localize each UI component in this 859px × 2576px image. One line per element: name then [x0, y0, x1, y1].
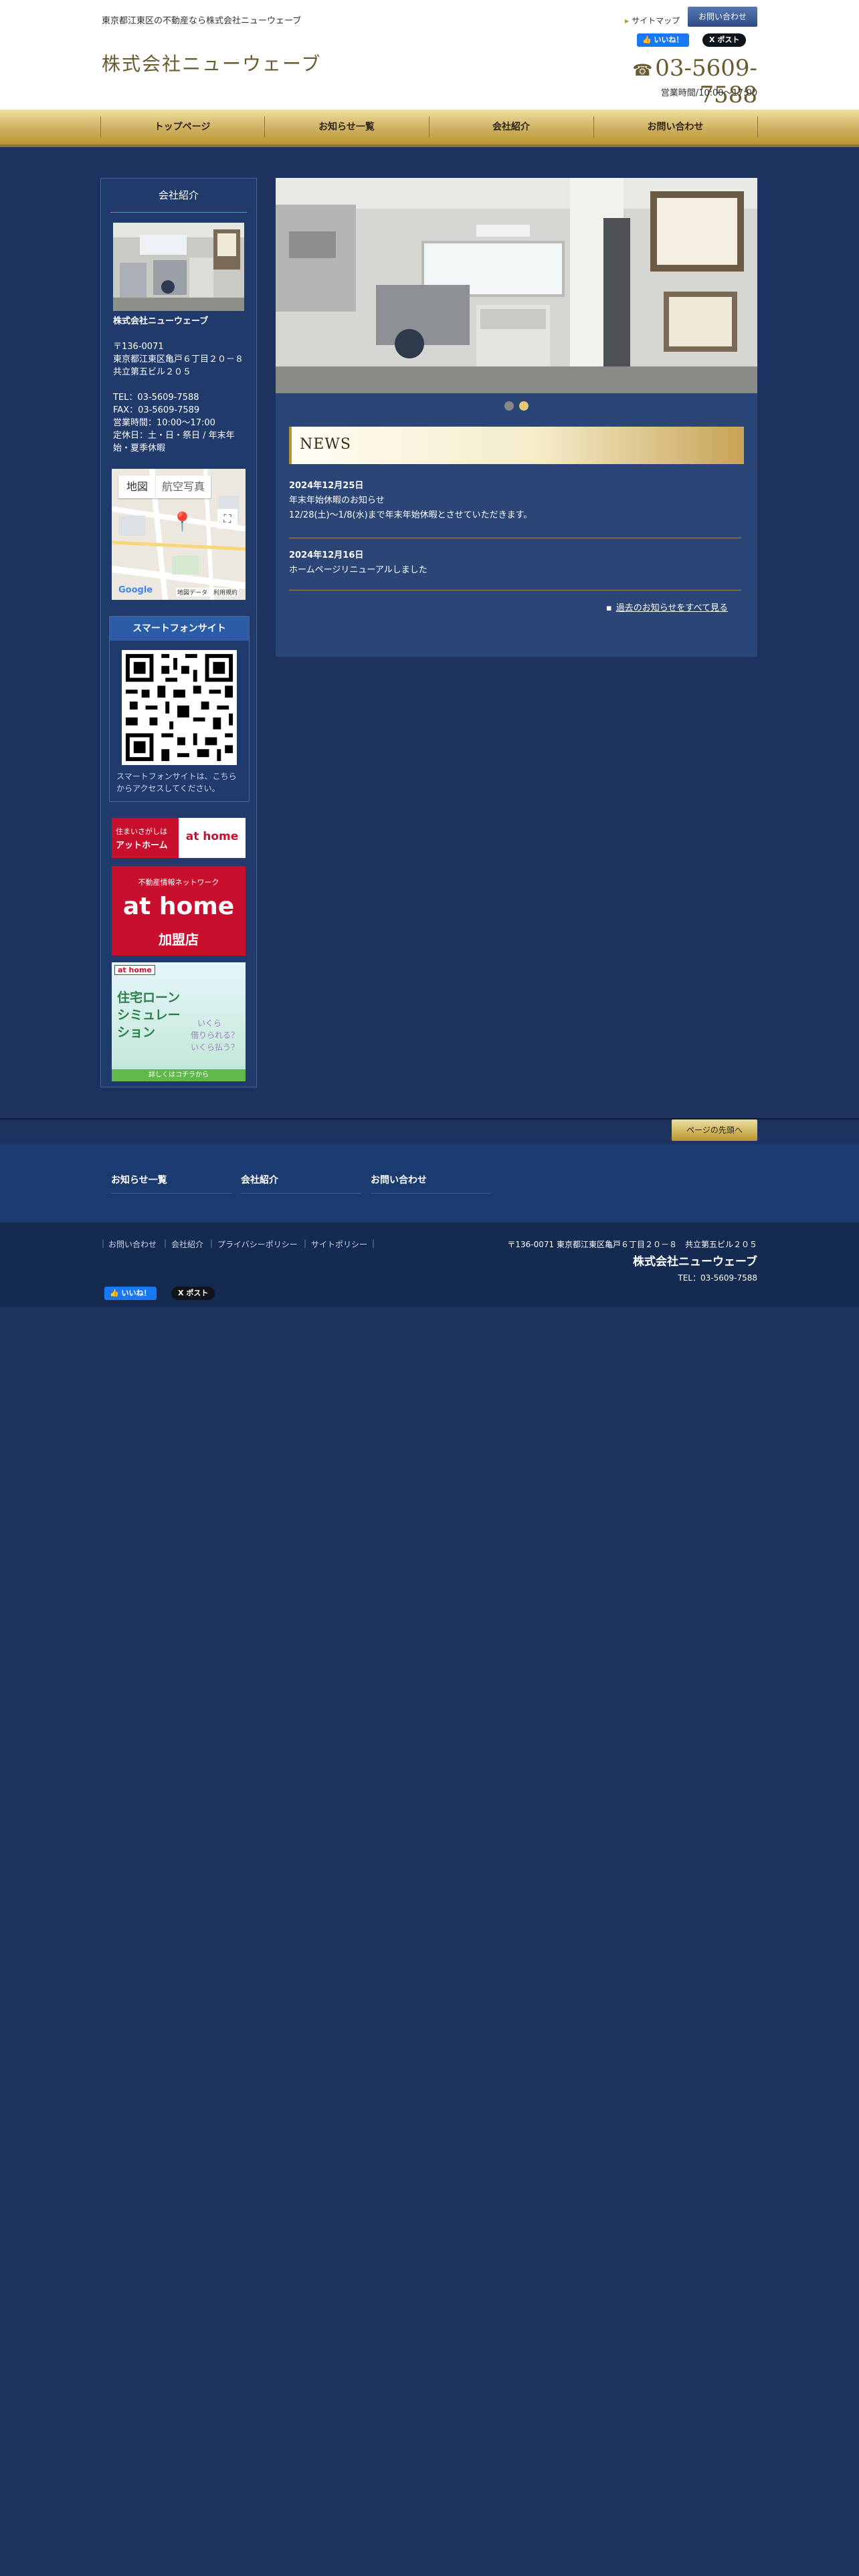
footer-link-sitepolicy[interactable]: サイトポリシー [311, 1239, 367, 1250]
slide-dot-2[interactable] [519, 401, 529, 411]
nav-item-news[interactable]: お知らせ一覧 [264, 110, 429, 144]
news-title-text[interactable]: ホームページリニューアルしました [289, 563, 728, 578]
loan-banner-brand: at home [114, 965, 155, 975]
header-phone[interactable]: ☎ 03-5609-7588 [589, 55, 757, 108]
site-logo[interactable]: 株式会社ニューウェーブ [102, 49, 321, 76]
athome-search-banner[interactable]: 住まいさがしは アットホーム at home [112, 818, 246, 858]
news-item[interactable]: 2024年12月25日 年末年始休暇のお知らせ 12/28(土)〜1/8(水)ま… [289, 479, 728, 523]
nav-item-contact[interactable]: お問い合わせ [593, 110, 757, 144]
footer-x-post-button[interactable]: X ポスト [171, 1287, 215, 1300]
facebook-like-button[interactable]: 👍 いいね！ [637, 33, 689, 47]
company-info: 株式会社ニューウェーブ 〒136-0071 東京都江東区亀戸６丁目２０－８ 共立… [113, 315, 247, 455]
news-date: 2024年12月16日 [289, 550, 364, 560]
facebook-like-label: いいね！ [121, 1289, 151, 1297]
loan-simulation-banner[interactable]: at home 住宅ローンシミュレーション いくら 借りられる？ いくら払う？ … [112, 962, 246, 1081]
footer-link-separator: | [210, 1239, 213, 1248]
nav-item-top[interactable]: トップページ [100, 110, 264, 144]
map-tab-map[interactable]: 地図 [118, 475, 156, 498]
footer-company-name: 株式会社ニューウェーブ [633, 1255, 757, 1269]
sidebar-title: 会社紹介 [158, 189, 199, 201]
news-title-text[interactable]: 年末年始休暇のお知らせ [289, 494, 728, 508]
company-contact: TEL：03-5609-7588 FAX：03-5609-7589 営業時間：1… [113, 393, 235, 453]
athome-member-banner[interactable]: 不動産情報ネットワーク at home 加盟店 [112, 866, 246, 956]
member-banner-logo: at home [122, 893, 235, 920]
nav-item-company[interactable]: 会社紹介 [429, 110, 593, 144]
map-attribution[interactable]: 地図データ 利用規約 [176, 588, 240, 597]
facebook-like-label: いいね！ [654, 35, 684, 44]
footer-link-separator: | [372, 1239, 375, 1248]
business-hours: 営業時間/10:00〜17:00 [660, 88, 757, 98]
qr-code[interactable] [122, 650, 237, 765]
map-tab-aerial[interactable]: 航空写真 [156, 475, 211, 498]
news-title: NEWS [300, 436, 351, 453]
page-top-button[interactable]: ページの先頭へ [672, 1119, 757, 1141]
more-news-link[interactable]: 過去のお知らせをすべて見る [567, 601, 728, 613]
banner-left-panel: 住まいさがしは アットホーム [112, 818, 179, 858]
banner-text-top: 住まいさがしは [116, 827, 167, 836]
map-pin-icon: 📍 [171, 511, 194, 533]
member-banner-bottom: 加盟店 [159, 932, 199, 948]
footer-link-separator: | [304, 1239, 307, 1248]
loan-banner-q3: いくら払う？ [191, 1043, 240, 1052]
thumbs-up-icon: 👍 [642, 35, 652, 44]
footer-address: 〒136-0071 東京都江東区亀戸６丁目２０－８ 共立第五ビル２０５ [507, 1240, 757, 1249]
loan-banner-q2: 借りられる？ [191, 1031, 240, 1040]
thumbs-up-icon: 👍 [110, 1289, 119, 1297]
slide-dot-1[interactable] [504, 401, 514, 411]
smartphone-site-box: スマートフォンサイト スマートフォンサイトは、こちらからアクセスしてください。 [109, 616, 250, 802]
footer-nav-contact[interactable]: お問い合わせ [371, 1173, 491, 1194]
company-address: 〒136-0071 東京都江東区亀戸６丁目２０－８ 共立第五ビル２０５ [113, 342, 244, 377]
office-map[interactable]: 地図 航空写真 ⛶ 📍 Google 地図データ 利用規約 [112, 469, 246, 600]
fullscreen-icon[interactable]: ⛶ [217, 509, 237, 529]
site-tagline: 東京都江東区の不動産なら株式会社ニューウェーブ [102, 16, 302, 26]
sitemap-link[interactable]: サイトマップ [625, 15, 680, 26]
footer-nav: お知らせ一覧 会社紹介 お問い合わせ [0, 1144, 859, 1222]
footer-link-company[interactable]: 会社紹介 [171, 1239, 203, 1250]
site-footer: | お問い合わせ | 会社紹介 | プライバシーポリシー | サイトポリシー |… [0, 1222, 859, 1307]
news-date: 2024年12月25日 [289, 481, 364, 491]
smartphone-site-text: スマートフォンサイトは、こちらからアクセスしてください。 [116, 772, 237, 793]
header-contact-button[interactable]: お問い合わせ [688, 7, 757, 27]
member-banner-top: 不動産情報ネットワーク [138, 878, 219, 887]
footer-link-separator: | [102, 1239, 105, 1248]
news-divider [289, 590, 741, 591]
global-nav: トップページ お知らせ一覧 会社紹介 お問い合わせ [0, 110, 859, 147]
footer-nav-company[interactable]: 会社紹介 [241, 1173, 361, 1194]
phone-number: 03-5609-7588 [655, 55, 757, 108]
footer-link-privacy[interactable]: プライバシーポリシー [217, 1239, 298, 1250]
footer-link-contact[interactable]: お問い合わせ [108, 1239, 157, 1250]
banner-right-panel: at home [179, 818, 246, 858]
footer-facebook-like-button[interactable]: 👍 いいね！ [104, 1287, 157, 1300]
x-icon: X [178, 1289, 184, 1297]
phone-icon: ☎ [632, 61, 653, 80]
office-slideshow[interactable] [276, 178, 757, 393]
banner-text-bottom: アットホーム [116, 841, 168, 851]
x-post-label: ポスト [186, 1289, 209, 1297]
loan-banner-title: 住宅ローンシミュレーション [117, 990, 181, 1040]
x-icon: X [709, 35, 715, 44]
athome-logo: at home [185, 830, 239, 843]
footer-link-separator: | [164, 1239, 167, 1248]
footer-tel: TEL：03-5609-7588 [678, 1273, 757, 1283]
smartphone-site-title: スマートフォンサイト [110, 617, 249, 641]
news-header: NEWS [289, 427, 744, 464]
footer-nav-news[interactable]: お知らせ一覧 [111, 1173, 231, 1194]
sidebar: 会社紹介 株式会社ニューウェーブ 〒136-0071 東京都江東区亀戸６丁目２０… [100, 178, 257, 1087]
sidebar-title-divider [110, 212, 247, 213]
x-post-label: ポスト [717, 35, 740, 44]
x-post-button[interactable]: X ポスト [702, 33, 747, 47]
news-body: 12/28(土)〜1/8(水)まで年末年始休暇とさせていただきます。 [289, 510, 533, 520]
site-header: 東京都江東区の不動産なら株式会社ニューウェーブ 株式会社ニューウェーブ サイトマ… [0, 0, 859, 110]
company-name: 株式会社ニューウェーブ [113, 316, 209, 326]
google-logo: Google [118, 585, 153, 595]
loan-banner-q1: いくら [197, 1018, 222, 1028]
nav-divider [757, 116, 758, 138]
loan-banner-cta: 詳しくはコチラから [112, 1069, 246, 1081]
news-item[interactable]: 2024年12月16日 ホームページリニューアルしました [289, 548, 728, 578]
office-photo-thumbnail [113, 223, 244, 311]
main-content: NEWS 2024年12月25日 年末年始休暇のお知らせ 12/28(土)〜1/… [276, 178, 757, 657]
